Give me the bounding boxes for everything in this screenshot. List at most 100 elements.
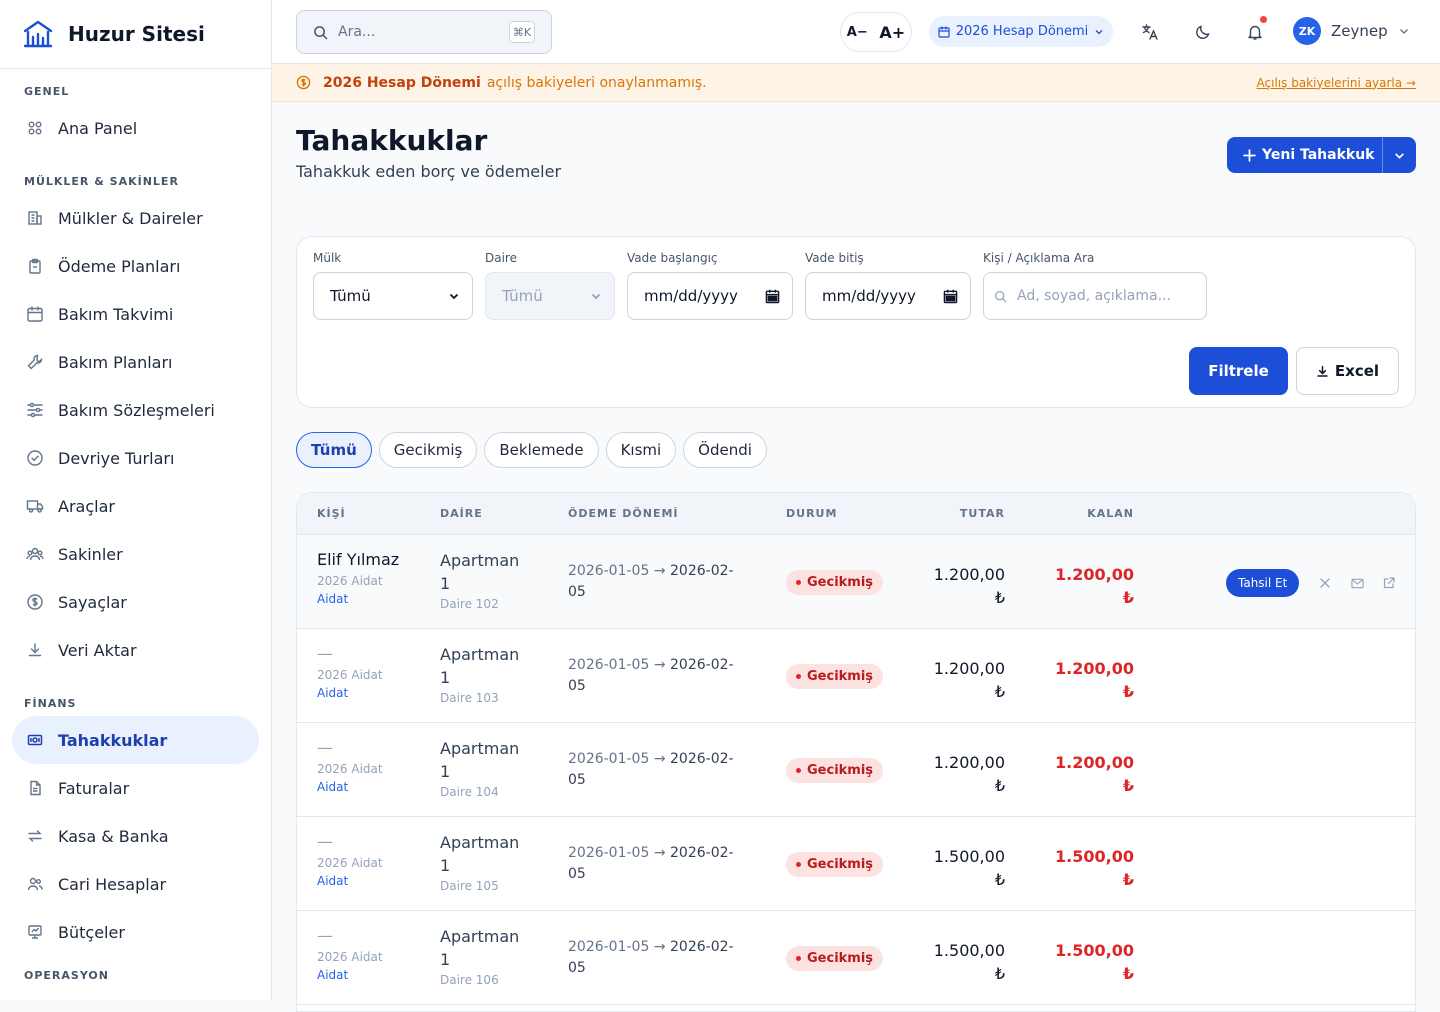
accrual-type-link[interactable]: Aidat	[317, 686, 383, 700]
mulk-value: Tümü	[330, 287, 371, 305]
status-dot	[796, 956, 801, 961]
chevron-down-icon	[1399, 29, 1408, 34]
person-search-input[interactable]: Ad, soyad, açıklama...	[983, 272, 1207, 320]
vade-bitis-value: mm/dd/yyyy	[822, 287, 916, 305]
calendar-icon	[938, 26, 950, 38]
column-kisi[interactable]: KİŞİ	[317, 507, 346, 520]
vade-baslangic-input[interactable]: mm/dd/yyyy	[627, 272, 793, 320]
font-increase-button[interactable]: A+	[879, 23, 905, 42]
sidebar-item-label: Sayaçlar	[58, 592, 127, 612]
arrow-icon: →	[653, 563, 666, 579]
sidebar-item-label: Faturalar	[58, 778, 130, 798]
sidebar-item-mulkler[interactable]: Mülkler & Daireler	[12, 194, 259, 242]
building-logo-icon	[23, 20, 53, 48]
column-tutar[interactable]: TUTAR	[960, 507, 1005, 520]
tab-odendi[interactable]: Ödendi	[683, 432, 767, 468]
tab-beklemede[interactable]: Beklemede	[484, 432, 599, 468]
column-durum[interactable]: DURUM	[786, 507, 837, 520]
amount: 1.200,00	[933, 659, 1005, 678]
column-daire[interactable]: DAİRE	[440, 507, 483, 520]
column-donem[interactable]: ÖDEME DÖNEMİ	[568, 507, 679, 520]
collect-button[interactable]: Tahsil Et	[1226, 569, 1300, 597]
tab-tumu[interactable]: Tümü	[296, 432, 372, 468]
mail-icon[interactable]	[1341, 569, 1373, 597]
sidebar-item-kasa-banka[interactable]: Kasa & Banka	[12, 812, 259, 860]
status-dot	[796, 768, 801, 773]
bell-icon[interactable]	[1243, 16, 1267, 44]
user-menu[interactable]: ZK Zeynep	[1293, 17, 1410, 45]
property-name: Apartman	[440, 739, 520, 758]
close-icon[interactable]	[1309, 569, 1341, 597]
sidebar-item-butceler[interactable]: Bütçeler	[12, 908, 259, 956]
sidebar-item-faturalar[interactable]: Faturalar	[12, 764, 259, 812]
filter-button[interactable]: Filtrele	[1189, 347, 1288, 395]
new-accrual-dropdown[interactable]	[1382, 137, 1416, 173]
download-icon	[1317, 365, 1328, 377]
column-kalan[interactable]: KALAN	[1087, 507, 1134, 520]
table-row[interactable]: — 2026 Aidat Aidat Apartman 1 Daire 103 2…	[297, 629, 1415, 723]
sidebar-item-bakim-sozlesmeleri[interactable]: Bakım Sözleşmeleri	[12, 386, 259, 434]
sidebar-item-sakinler[interactable]: Sakinler	[12, 530, 259, 578]
table-row[interactable]: — 2026 Aidat Aidat Apartman 1 Daire 105 2…	[297, 817, 1415, 911]
sidebar-item-label: Araçlar	[58, 496, 115, 516]
nav-section-mulkler: MÜLKLER & SAKİNLER	[24, 175, 179, 188]
status-badge: Gecikmiş	[786, 852, 884, 877]
tab-gecikmis[interactable]: Gecikmiş	[378, 432, 478, 468]
nav-section-genel: GENEL	[24, 85, 70, 98]
accrual-type-link[interactable]: Aidat	[317, 780, 383, 794]
vade-baslangic-label: Vade başlangıç	[627, 251, 718, 265]
truck-icon	[26, 497, 44, 515]
sidebar-item-devriye-turlari[interactable]: Devriye Turları	[12, 434, 259, 482]
table-row[interactable]: Elif Yılmaz 2026 Aidat Aidat Apartman 1 D…	[297, 535, 1415, 629]
vade-bitis-input[interactable]: mm/dd/yyyy	[805, 272, 971, 320]
sidebar-item-ana-panel[interactable]: Ana Panel	[12, 104, 259, 152]
property-number: 1	[440, 668, 451, 687]
cell-daire: Apartman 1 Daire 103	[440, 643, 530, 705]
excel-button[interactable]: Excel	[1296, 347, 1399, 395]
sidebar-item-tahakkuklar[interactable]: Tahakkuklar	[12, 716, 259, 764]
accrual-type-link[interactable]: Aidat	[317, 968, 383, 982]
mulk-select[interactable]: Tümü	[313, 272, 473, 320]
new-accrual-button[interactable]: Yeni Tahakkuk	[1227, 137, 1416, 173]
status-dot	[796, 580, 801, 585]
topbar: Ara... ⌘K A− A+ 2026 Hesap Dönemi ZK Zey…	[272, 0, 1440, 64]
amount: 1.200,00	[933, 565, 1005, 584]
sidebar-item-veri-aktar[interactable]: Veri Aktar	[12, 626, 259, 674]
period-start: 2026-01-05	[568, 751, 650, 767]
period-end-day: 05	[568, 772, 586, 788]
global-search[interactable]: Ara... ⌘K	[296, 10, 552, 54]
person-name: —	[317, 738, 333, 757]
sidebar-item-label: Bütçeler	[58, 922, 125, 942]
sidebar-item-bakim-planlari[interactable]: Bakım Planları	[12, 338, 259, 386]
sidebar-item-odeme-planlari[interactable]: Ödeme Planları	[12, 242, 259, 290]
currency: ₺	[994, 776, 1005, 795]
accrual-type-link[interactable]: Aidat	[317, 592, 399, 606]
table-row[interactable]: — 2026 Aidat Aidat Apartman 1 Daire 104 2…	[297, 723, 1415, 817]
cell-kalan: 1.200,00 ₺	[1055, 563, 1134, 609]
font-decrease-button[interactable]: A−	[847, 25, 868, 40]
period-end-day: 05	[568, 678, 586, 694]
brand[interactable]: Huzur Sitesi	[0, 0, 271, 69]
moon-icon[interactable]	[1191, 20, 1215, 44]
sidebar-item-araclar[interactable]: Araçlar	[12, 482, 259, 530]
sidebar-item-bakim-takvimi[interactable]: Bakım Takvimi	[12, 290, 259, 338]
row-actions: Tahsil Et	[1226, 569, 1405, 597]
search-placeholder: Ara...	[338, 24, 376, 40]
cell-tutar: 1.200,00 ₺	[934, 563, 1005, 609]
file-icon	[26, 779, 44, 797]
language-icon[interactable]	[1138, 20, 1162, 44]
person-search-placeholder: Ad, soyad, açıklama...	[1017, 288, 1171, 304]
sidebar-item-label: Bakım Sözleşmeleri	[58, 400, 215, 420]
brand-name: Huzur Sitesi	[68, 22, 205, 46]
plus-icon	[1243, 148, 1256, 162]
tab-kismi[interactable]: Kısmi	[605, 432, 677, 468]
daire-select[interactable]: Tümü	[485, 272, 615, 320]
table-row[interactable]: — 2026 Aidat Aidat Apartman 1 Daire 106 2…	[297, 911, 1415, 1005]
fiscal-period-selector[interactable]: 2026 Hesap Dönemi	[929, 16, 1113, 47]
sidebar-item-sayaclar[interactable]: Sayaçlar	[12, 578, 259, 626]
external-link-icon[interactable]	[1373, 569, 1405, 597]
wrench-icon	[26, 353, 44, 371]
accrual-type-link[interactable]: Aidat	[317, 874, 383, 888]
opening-balance-link[interactable]: Açılış bakiyelerini ayarla →	[1257, 76, 1416, 90]
sidebar-item-cari-hesaplar[interactable]: Cari Hesaplar	[12, 860, 259, 908]
